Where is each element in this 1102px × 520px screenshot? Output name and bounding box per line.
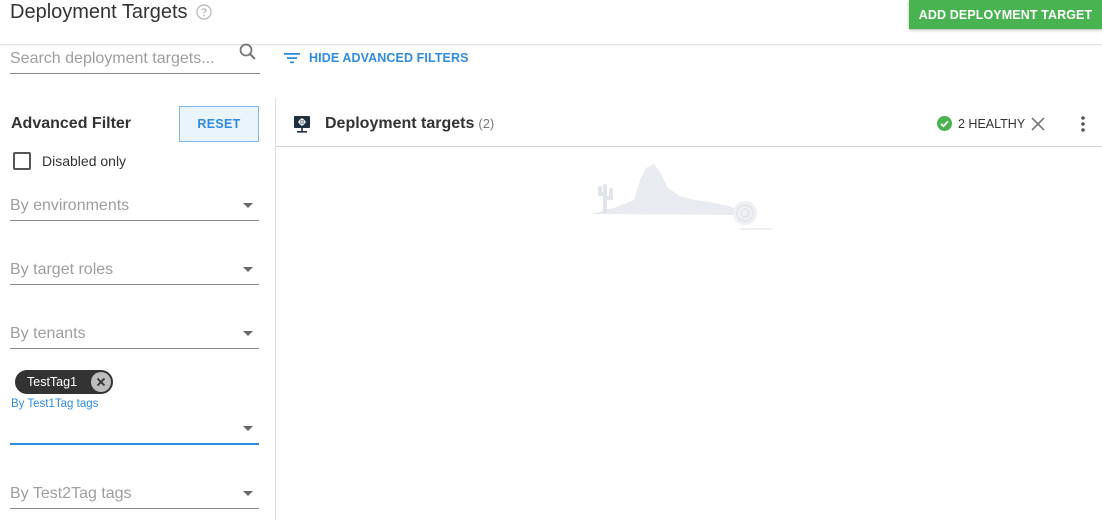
health-status: 2 HEALTHY [937,116,1025,131]
panel-title-text: Deployment targets [325,115,475,132]
tag-chip: TestTag1 [15,370,114,394]
page-title: Deployment Targets [10,0,212,24]
close-icon[interactable] [1030,116,1046,132]
test1tag-label: By Test1Tag tags [11,398,99,410]
deployment-targets-panel-header: Deployment targets (2) 2 HEALTHY [276,100,1102,147]
disabled-only-label: Disabled only [42,153,127,169]
test2tag-select[interactable]: By Test2Tag tags [10,479,259,509]
search-input[interactable] [10,45,230,73]
environments-select[interactable]: By environments [10,191,259,221]
empty-state-illustration [590,160,775,235]
chevron-down-icon [243,203,253,208]
cancel-icon[interactable] [91,372,112,392]
tag-chip-label: TestTag1 [27,375,78,389]
hide-advanced-filters-label: HIDE ADVANCED FILTERS [309,51,469,65]
test2tag-placeholder: By Test2Tag tags [10,484,132,502]
tenants-select[interactable]: By tenants [10,319,259,349]
target-roles-select[interactable]: By target roles [10,255,259,285]
sidebar-divider [275,98,276,520]
deployment-target-icon [293,115,311,133]
chevron-down-icon [243,491,253,496]
chevron-down-icon [243,426,253,431]
target-roles-placeholder: By target roles [10,260,114,278]
advanced-filter-title: Advanced Filter [11,115,132,132]
page-title-text: Deployment Targets [10,0,188,23]
search-icon[interactable] [238,42,258,62]
chevron-down-icon [243,267,253,272]
chevron-down-icon [243,331,253,336]
more-vert-icon[interactable] [1073,114,1093,134]
panel-count: (2) [478,116,495,131]
disabled-only-checkbox[interactable] [13,152,31,170]
filter-lines-icon [283,51,301,65]
add-deployment-target-button[interactable]: ADD DEPLOYMENT TARGET [909,0,1102,29]
tenants-placeholder: By tenants [10,324,86,342]
health-label: 2 HEALTHY [958,116,1026,131]
check-circle-icon [937,116,952,131]
hide-advanced-filters-button[interactable]: HIDE ADVANCED FILTERS [283,51,469,65]
test1tag-select[interactable] [10,414,259,445]
reset-button[interactable]: RESET [179,106,259,142]
search-field [10,42,260,74]
panel-title: Deployment targets (2) [325,115,494,133]
environments-placeholder: By environments [10,196,130,214]
help-icon[interactable] [195,4,212,20]
disabled-only-row: Disabled only [13,152,126,170]
